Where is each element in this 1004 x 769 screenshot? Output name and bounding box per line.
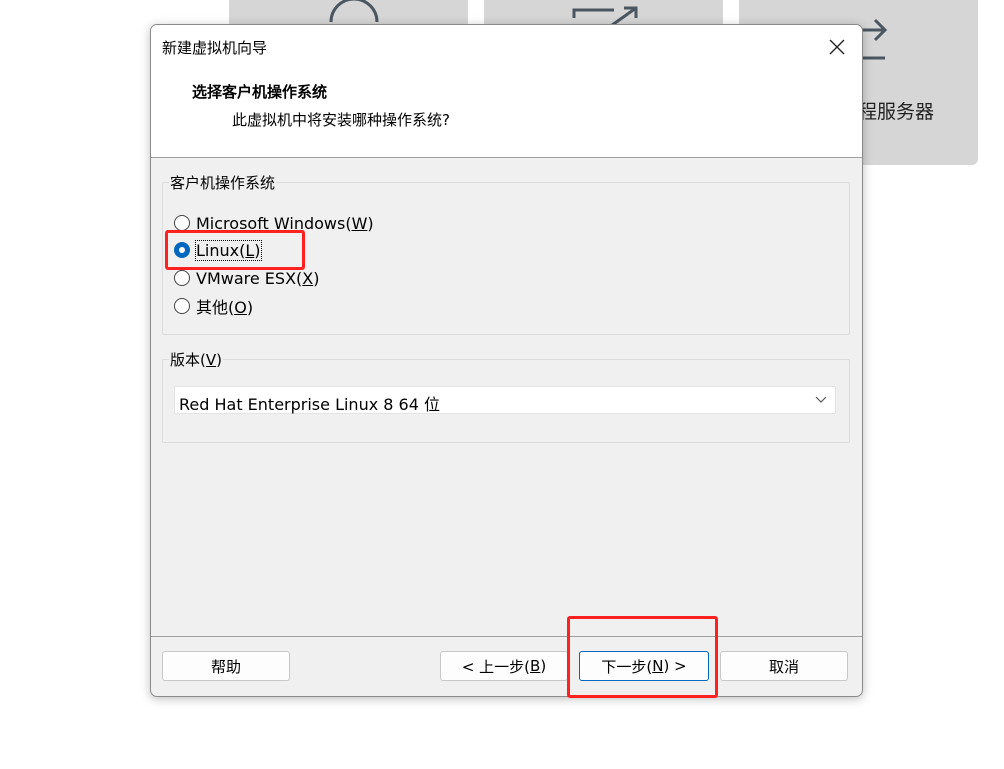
radio-other[interactable]: 其他(O) <box>174 294 253 318</box>
version-group-label: 版本(V) <box>169 349 223 370</box>
footer-divider <box>151 636 862 637</box>
back-button[interactable]: < 上一步(B) <box>440 651 568 681</box>
new-vm-wizard-dialog: 新建虚拟机向导 选择客户机操作系统 此虚拟机中将安装哪种操作系统? 客户机操作系… <box>150 24 863 697</box>
tile-label: 程服务器 <box>858 101 935 123</box>
dialog-title: 新建虚拟机向导 <box>162 39 268 57</box>
page-subtitle: 此虚拟机中将安装哪种操作系统? <box>232 111 450 129</box>
wizard-header: 选择客户机操作系统 此虚拟机中将安装哪种操作系统? <box>151 69 862 158</box>
cancel-button[interactable]: 取消 <box>720 651 848 681</box>
radio-vmware-esx-circle[interactable] <box>174 270 190 286</box>
help-button[interactable]: 帮助 <box>162 651 290 681</box>
radio-vmware-esx-label: VMware ESX(X) <box>196 268 320 288</box>
radio-other-label: 其他(O) <box>196 298 254 317</box>
title-bar[interactable]: 新建虚拟机向导 <box>151 25 862 69</box>
annotation-highlight-linux <box>165 230 305 270</box>
circle-icon <box>329 0 379 23</box>
chevron-down-icon <box>815 396 827 403</box>
annotation-highlight-next <box>567 616 718 698</box>
radio-other-circle[interactable] <box>174 298 190 314</box>
version-dropdown-value: Red Hat Enterprise Linux 8 64 位 <box>179 395 440 414</box>
guest-os-group-label: 客户机操作系统 <box>169 172 277 193</box>
close-button[interactable] <box>814 29 860 65</box>
radio-windows-circle[interactable] <box>174 215 190 231</box>
version-dropdown[interactable]: Red Hat Enterprise Linux 8 64 位 <box>174 386 836 414</box>
page-title: 选择客户机操作系统 <box>192 83 328 101</box>
close-icon <box>829 39 845 55</box>
